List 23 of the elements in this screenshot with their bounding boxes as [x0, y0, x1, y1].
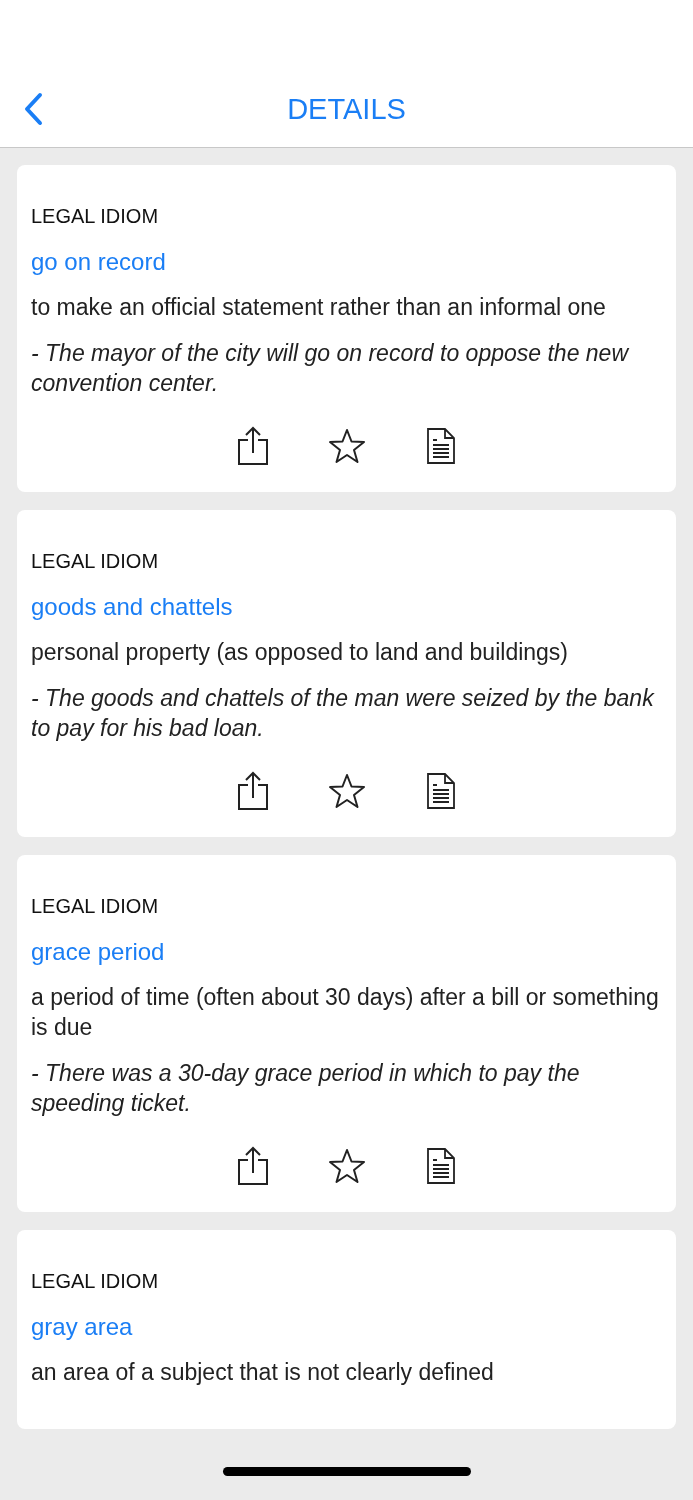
- idiom-definition: to make an official statement rather than an informal one: [31, 293, 607, 322]
- idiom-example: - The goods and chattels of the man were seized by the bank to pay for his bad loan.: [31, 684, 656, 743]
- idiom-definition: an area of a subject that is not clearly defined: [31, 1358, 495, 1387]
- idiom-example: - The mayor of the city will go on record to oppose the new convention center.: [31, 339, 630, 398]
- document-icon: [426, 1148, 455, 1184]
- screen-title: DETAILS: [287, 92, 406, 126]
- share-icon: [236, 1146, 269, 1186]
- idiom-term: goods and chattels: [31, 593, 234, 621]
- idiom-definition: personal property (as opposed to land and buildings): [31, 638, 570, 667]
- idiom-term: go on record: [31, 248, 167, 276]
- category-label: LEGAL IDIOM: [31, 895, 160, 918]
- category-label: LEGAL IDIOM: [31, 205, 160, 228]
- category-label: LEGAL IDIOM: [31, 550, 160, 573]
- idiom-definition: a period of time (often about 30 days) after a bill or something is due: [31, 983, 660, 1042]
- document-icon: [426, 428, 455, 464]
- idiom-term: grace period: [31, 938, 166, 966]
- document-icon: [426, 773, 455, 809]
- idiom-term: gray area: [31, 1313, 134, 1341]
- share-icon: [236, 771, 269, 811]
- idiom-example: - There was a 30-day grace period in which to pay the speeding ticket.: [31, 1059, 581, 1118]
- category-label: LEGAL IDIOM: [31, 1270, 160, 1293]
- chevron-left-icon: [22, 92, 44, 126]
- share-icon: [236, 426, 269, 466]
